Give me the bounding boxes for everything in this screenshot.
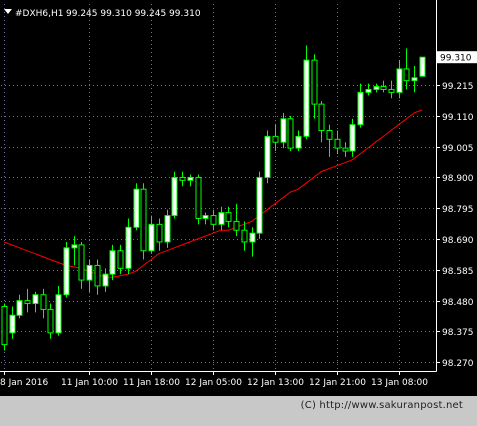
y-tick-label: 98.375 [442, 328, 474, 338]
candle-body-bear [24, 300, 31, 305]
candle-body-bear [272, 135, 279, 143]
candle-body-bull [102, 273, 109, 287]
candle-body-bull [202, 215, 209, 219]
candle-body-bear [78, 244, 85, 281]
candle-body-bull [218, 212, 225, 225]
y-tick-label: 98.480 [442, 298, 474, 308]
candle-body-bear [225, 212, 232, 222]
x-tick-label: 12 Jan 05:00 [185, 378, 242, 388]
candle-body-bull [16, 300, 23, 316]
candle-body-bull [55, 294, 62, 334]
symbol-label: #DXH6,H1 [15, 9, 64, 19]
x-tick-label: 11 Jan 10:00 [61, 378, 118, 388]
candle-body-bull [249, 232, 256, 243]
candle-body-bull [9, 314, 16, 334]
candle-body-bull [125, 226, 132, 269]
candle-body-bull [63, 247, 70, 296]
chart-background [0, 0, 477, 396]
candle-body-bull [171, 176, 178, 217]
y-tick-label: 99.215 [442, 82, 474, 92]
candle-body-bear [388, 88, 395, 93]
candle-body-bear [326, 130, 333, 140]
candle-body-bear [179, 176, 186, 181]
ohlc-header: 99.245 99.310 99.245 99.310 [66, 9, 201, 19]
x-tick-label: 12 Jan 13:00 [247, 378, 304, 388]
y-tick-label: 98.795 [442, 205, 474, 215]
candle-body-bull [32, 294, 39, 305]
candle-body-bull [396, 68, 403, 93]
y-tick-label: 98.690 [442, 236, 474, 246]
candle-body-bull [256, 176, 263, 234]
candle-body-bear [311, 59, 318, 105]
copyright-text: (C) http://www.sakuranpost.net [300, 400, 463, 411]
candle-body-bear [156, 223, 163, 243]
candle-body-bear [334, 138, 341, 149]
candle-body-bear [403, 68, 410, 82]
chart-canvas: 99.215 99.110 99.005 98.900 98.795 98.690 98.5… [0, 0, 477, 396]
candle-body-bear [140, 188, 147, 252]
candle-body-bear [40, 294, 47, 310]
candle-body-bull [411, 77, 418, 82]
candle-body-bear [1, 305, 8, 346]
x-tick-label: 11 Jan 18:00 [123, 378, 180, 388]
candle-body-bull [349, 124, 356, 152]
candle-body-bear [195, 176, 202, 219]
x-tick-label: 13 Jan 08:00 [371, 378, 428, 388]
candle-body-bull [295, 135, 302, 149]
candle-body-bull [86, 264, 93, 281]
y-tick-label: 98.900 [442, 174, 474, 184]
candle-body-bull [280, 118, 287, 143]
candle-body-bear [287, 118, 294, 149]
candle-body-bear [117, 250, 124, 269]
current-price-label: 99.310 [440, 54, 472, 64]
candle-body-bear [342, 147, 349, 152]
candle-body-bear [210, 215, 217, 225]
candle-body-bear [47, 308, 54, 334]
candlestick-chart: 99.215 99.110 99.005 98.900 98.795 98.690 98.5… [0, 0, 477, 426]
candle-body-bull [357, 91, 364, 126]
candle-body-bull [133, 188, 140, 228]
candle-body-bull [187, 176, 194, 181]
y-tick-label: 99.005 [442, 144, 474, 154]
footer-bar: (C) http://www.sakuranpost.net [0, 396, 477, 426]
candle-body-bull [164, 215, 171, 243]
candle-body-bull [71, 244, 78, 249]
candle-body-bull [419, 56, 426, 77]
candle-body-bull [264, 135, 271, 178]
y-tick-label: 98.270 [442, 359, 474, 369]
x-tick-label: 12 Jan 21:00 [309, 378, 366, 388]
candle-body-bear [233, 220, 240, 231]
candle-body-bear [94, 264, 101, 287]
candle-body-bull [373, 86, 380, 90]
candle-body-bear [380, 86, 387, 90]
candle-body-bull [365, 88, 372, 93]
candle-body-bull [109, 250, 116, 275]
x-tick-label: 8 Jan 2016 [0, 378, 48, 388]
candle-body-bull [148, 223, 155, 252]
y-tick-label: 98.585 [442, 267, 474, 277]
y-tick-label: 99.110 [442, 113, 474, 123]
candle-body-bear [241, 229, 248, 243]
candle-body-bear [318, 103, 325, 132]
candle-body-bull [303, 59, 310, 137]
